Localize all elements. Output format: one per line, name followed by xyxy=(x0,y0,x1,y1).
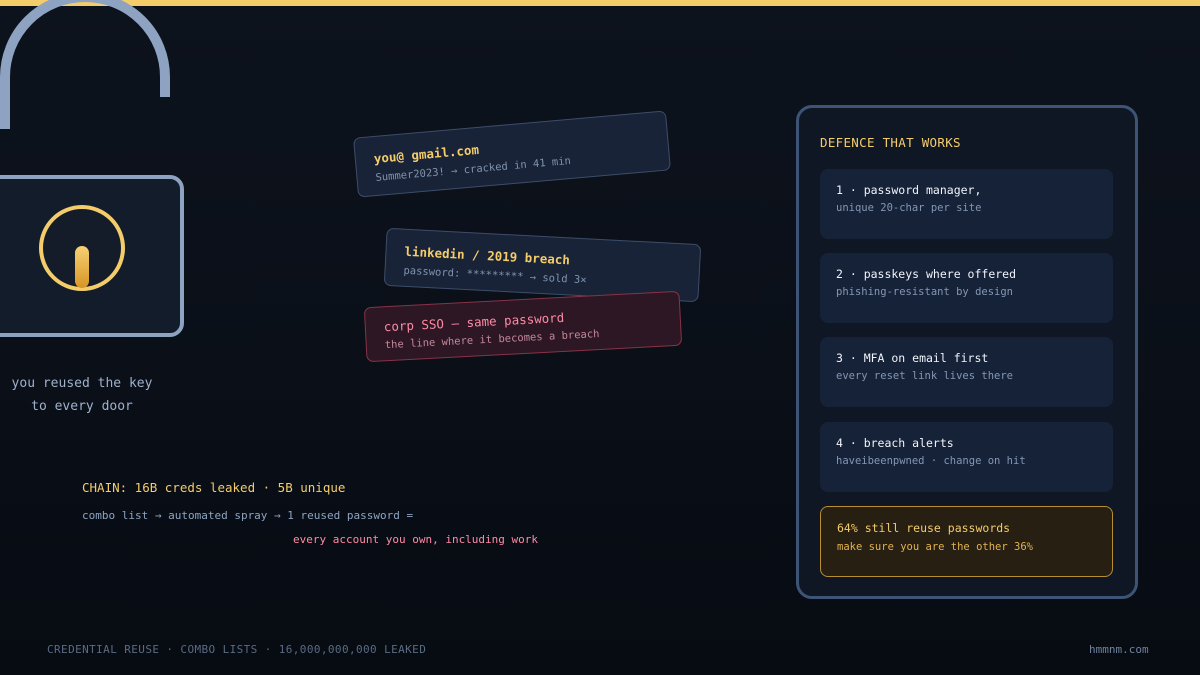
defence-item-sub: every reset link lives there xyxy=(836,370,1014,382)
lock-caption: you reused the key to every door xyxy=(0,372,164,418)
defence-item-title: 3 · MFA on email first xyxy=(836,351,989,365)
reuse-stat-callout: 64% still reuse passwords make sure you … xyxy=(820,506,1113,577)
defence-item: 4 · breach alerts haveibeenpwned · chang… xyxy=(820,422,1113,492)
chain-flow: combo list → automated spray → 1 reused … xyxy=(82,509,414,522)
stat-sub: make sure you are the other 36% xyxy=(837,541,1033,553)
keyhole-slot xyxy=(75,246,89,288)
footer-site-link[interactable]: hmmnm.com xyxy=(1089,643,1149,656)
defence-item: 2 · passkeys where offered phishing-resi… xyxy=(820,253,1113,323)
lock-caption-line2: to every door xyxy=(31,399,133,414)
account-card-corp-sso: corp SSO — same password the line where … xyxy=(363,290,683,363)
footer-caption: CREDENTIAL REUSE · COMBO LISTS · 16,000,… xyxy=(47,643,427,656)
chain-result: every account you own, including work xyxy=(293,533,539,546)
defence-item: 3 · MFA on email first every reset link … xyxy=(820,337,1113,407)
defence-panel: DEFENCE THAT WORKS 1 · password manager,… xyxy=(796,105,1138,599)
defence-item-sub: unique 20-char per site xyxy=(836,202,982,214)
chain-title: CHAIN: 16B creds leaked · 5B unique xyxy=(82,480,346,495)
padlock-shackle-icon xyxy=(0,0,170,129)
account-card-linkedin: linkedin / 2019 breach password: *******… xyxy=(383,227,702,303)
panel-title: DEFENCE THAT WORKS xyxy=(820,135,961,150)
defence-item-sub: phishing-resistant by design xyxy=(836,286,1014,298)
defence-item: 1 · password manager, unique 20-char per… xyxy=(820,169,1113,239)
stat-title: 64% still reuse passwords xyxy=(837,521,1011,535)
lock-caption-line1: you reused the key xyxy=(11,376,153,391)
defence-item-title: 2 · passkeys where offered xyxy=(836,267,1017,281)
defence-item-title: 4 · breach alerts xyxy=(836,436,954,450)
account-card-gmail: you@ gmail.com Summer2023! → cracked in … xyxy=(352,110,672,198)
defence-item-sub: haveibeenpwned · change on hit xyxy=(836,455,1026,467)
top-accent-bar xyxy=(0,0,1200,6)
defence-item-title: 1 · password manager, xyxy=(836,183,982,197)
